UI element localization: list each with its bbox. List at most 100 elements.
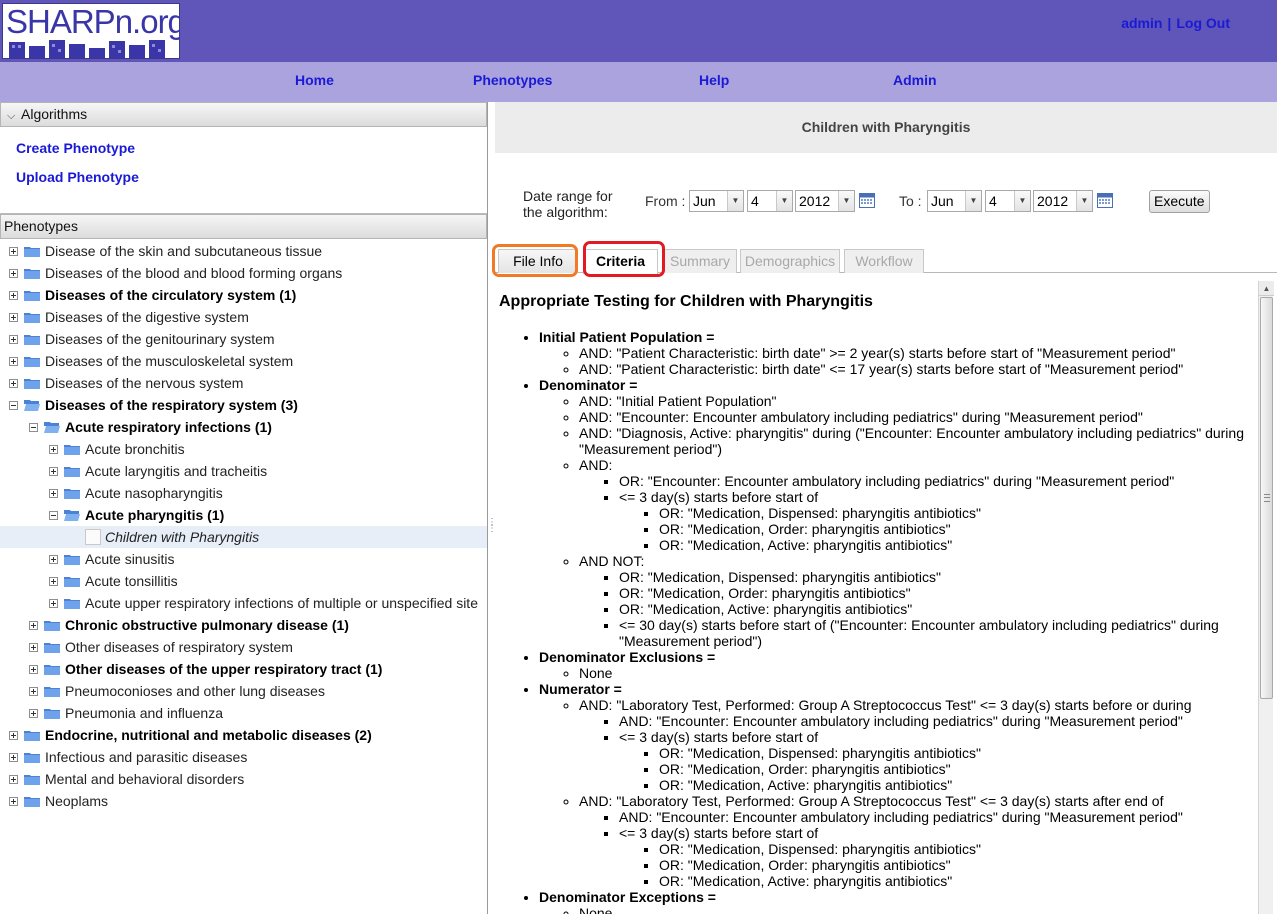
admin-user-link[interactable]: admin (1121, 15, 1162, 31)
algorithms-panel-header[interactable]: ⌵ Algorithms (0, 102, 487, 127)
from-year-select[interactable]: 2012 ▼ (795, 190, 855, 212)
chevron-down-icon[interactable]: ▼ (838, 191, 854, 211)
list-item: Initial Patient Population = AND: "Patie… (539, 329, 1261, 377)
list-item: AND: OR: "Encounter: Encounter ambulator… (579, 457, 1261, 553)
tree-node[interactable]: Acute sinusitis (0, 548, 487, 570)
nav-home[interactable]: Home (295, 72, 334, 88)
tree-node[interactable]: Disease of the skin and subcutaneous tis… (0, 240, 487, 262)
logout-link[interactable]: Log Out (1176, 15, 1230, 31)
list-item: OR: "Medication, Order: pharyngitis anti… (659, 857, 1261, 873)
folder-icon (24, 753, 40, 764)
from-month-select[interactable]: Jun ▼ (689, 190, 744, 212)
expand-icon[interactable] (49, 576, 58, 586)
expand-icon[interactable] (29, 642, 38, 652)
tree-node[interactable]: Infectious and parasitic diseases (0, 746, 487, 768)
tree-node[interactable]: Acute laryngitis and tracheitis (0, 460, 487, 482)
execute-button[interactable]: Execute (1149, 190, 1210, 213)
expand-icon[interactable] (9, 290, 18, 300)
tree-node[interactable]: Mental and behavioral disorders (0, 768, 487, 790)
list-item: AND: "Encounter: Encounter ambulatory in… (579, 409, 1261, 425)
tree-node[interactable]: Acute pharyngitis (1) (0, 504, 487, 526)
folder-icon (64, 599, 80, 610)
expand-icon[interactable] (49, 554, 58, 564)
tree-leaf-selected[interactable]: Children with Pharyngitis (0, 526, 487, 548)
nav-phenotypes[interactable]: Phenotypes (473, 72, 552, 88)
list-item: AND: "Diagnosis, Active: pharyngitis" du… (579, 425, 1261, 457)
expand-icon[interactable] (9, 312, 18, 322)
tab-summary[interactable]: Summary (663, 249, 737, 273)
list-item-text: AND: (579, 457, 613, 473)
tree-node[interactable]: Pneumoconioses and other lung diseases (0, 680, 487, 702)
tree-node[interactable]: Chronic obstructive pulmonary disease (1… (0, 614, 487, 636)
tree-node[interactable]: Diseases of the respiratory system (3) (0, 394, 487, 416)
left-panel: ⌵ Algorithms Create Phenotype Upload Phen… (0, 102, 488, 914)
collapse-icon[interactable] (49, 510, 58, 520)
expand-icon[interactable] (9, 378, 18, 388)
top-banner: SHARPn.org admin | Log Out (0, 0, 1277, 62)
tree-node[interactable]: Diseases of the genitourinary system (0, 328, 487, 350)
list-item: OR: "Encounter: Encounter ambulatory inc… (619, 473, 1261, 489)
sharpn-logo[interactable]: SHARPn.org (2, 3, 180, 59)
tab-workflow[interactable]: Workflow (844, 249, 924, 273)
tree-node[interactable]: Other diseases of the upper respiratory … (0, 658, 487, 680)
calendar-icon[interactable] (1097, 192, 1113, 208)
calendar-icon[interactable] (859, 192, 875, 208)
upload-phenotype-link[interactable]: Upload Phenotype (16, 169, 487, 185)
expand-icon[interactable] (9, 774, 18, 784)
tab-demographics[interactable]: Demographics (740, 249, 840, 273)
tree-node[interactable]: Diseases of the nervous system (0, 372, 487, 394)
expand-icon[interactable] (9, 334, 18, 344)
tree-node[interactable]: Acute upper respiratory infections of mu… (0, 592, 487, 614)
collapse-icon[interactable] (9, 400, 18, 410)
to-day-select[interactable]: 4 ▼ (985, 190, 1031, 212)
nav-help[interactable]: Help (699, 72, 729, 88)
tree-node[interactable]: Diseases of the circulatory system (1) (0, 284, 487, 306)
tree-node[interactable]: Pneumonia and influenza (0, 702, 487, 724)
tree-node[interactable]: Diseases of the musculoskeletal system (0, 350, 487, 372)
to-year-select[interactable]: 2012 ▼ (1033, 190, 1093, 212)
expand-icon[interactable] (49, 488, 58, 498)
create-phenotype-link[interactable]: Create Phenotype (16, 140, 487, 156)
expand-icon[interactable] (29, 686, 38, 696)
chevron-down-icon[interactable]: ▼ (1076, 191, 1092, 211)
chevron-down-icon[interactable]: ▼ (776, 191, 792, 211)
scrollbar-thumb[interactable] (1260, 297, 1273, 699)
date-range-label-line2: the algorithm: (523, 204, 608, 220)
expand-icon[interactable] (49, 466, 58, 476)
expand-icon[interactable] (29, 664, 38, 674)
expand-icon[interactable] (49, 598, 58, 608)
expand-icon[interactable] (9, 752, 18, 762)
tree-node[interactable]: Acute nasopharyngitis (0, 482, 487, 504)
list-item: OR: "Medication, Active: pharyngitis ant… (659, 873, 1261, 889)
expand-icon[interactable] (9, 730, 18, 740)
chevron-down-icon[interactable]: ▼ (1014, 191, 1030, 211)
expand-icon[interactable] (49, 444, 58, 454)
expand-icon[interactable] (9, 268, 18, 278)
chevron-down-icon[interactable]: ⌵ (7, 105, 21, 128)
expand-icon[interactable] (9, 356, 18, 366)
chevron-down-icon[interactable]: ▼ (965, 191, 981, 211)
tree-node[interactable]: Neoplams (0, 790, 487, 812)
folder-icon (44, 621, 60, 632)
tree-node[interactable]: Acute tonsillitis (0, 570, 487, 592)
collapse-icon[interactable] (29, 422, 38, 432)
expand-icon[interactable] (9, 796, 18, 806)
from-label: From : (645, 193, 686, 209)
from-day-select[interactable]: 4 ▼ (747, 190, 793, 212)
to-month-select[interactable]: Jun ▼ (927, 190, 982, 212)
content-scrollbar[interactable]: ▲ (1258, 281, 1274, 914)
chevron-down-icon[interactable]: ▼ (727, 191, 743, 211)
expand-icon[interactable] (9, 246, 18, 256)
tree-node[interactable]: Acute respiratory infections (1) (0, 416, 487, 438)
expand-icon[interactable] (29, 620, 38, 630)
expand-icon[interactable] (29, 708, 38, 718)
tree-node[interactable]: Diseases of the blood and blood forming … (0, 262, 487, 284)
to-year-value: 2012 (1037, 193, 1069, 209)
tree-node[interactable]: Other diseases of respiratory system (0, 636, 487, 658)
tree-node[interactable]: Diseases of the digestive system (0, 306, 487, 328)
scroll-up-icon[interactable]: ▲ (1259, 281, 1274, 296)
nav-admin[interactable]: Admin (893, 72, 937, 88)
tree-node[interactable]: Endocrine, nutritional and metabolic dis… (0, 724, 487, 746)
phenotype-tree: Disease of the skin and subcutaneous tis… (0, 239, 487, 812)
tree-node[interactable]: Acute bronchitis (0, 438, 487, 460)
